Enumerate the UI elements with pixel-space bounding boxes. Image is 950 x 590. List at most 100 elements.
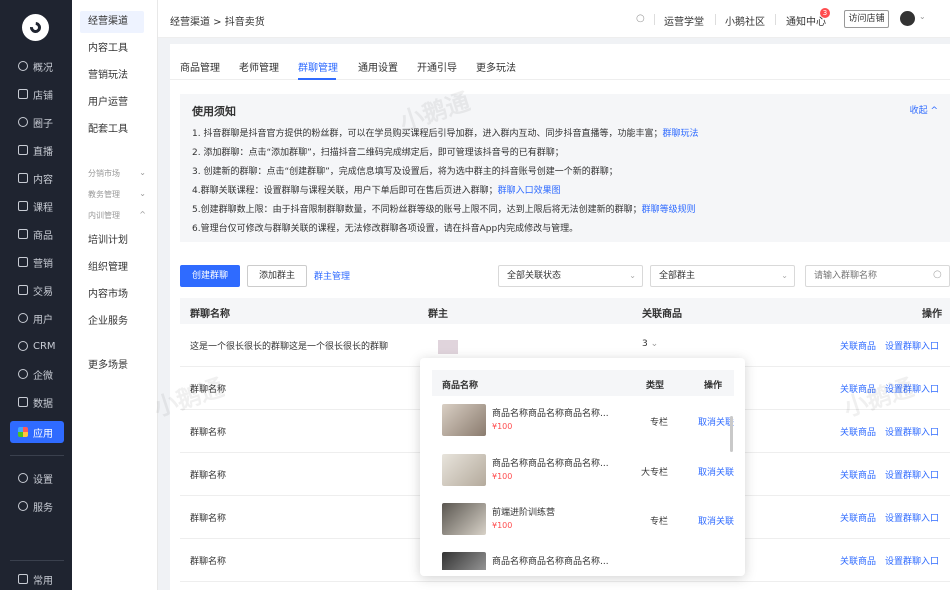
linked-count[interactable]: 3 ⌄ [642, 339, 658, 349]
popover-item: 前端进阶训练营 ¥100 专栏 取消关联 [432, 499, 734, 545]
unlink-button[interactable]: 取消关联 [698, 465, 734, 478]
rail-item-frequent[interactable]: 常用 [10, 568, 64, 590]
owner-select[interactable]: 全部群主 ⌄ [650, 265, 795, 287]
add-owner-button[interactable]: 添加群主 [247, 265, 307, 287]
rail-item-course[interactable]: 课程 [10, 195, 64, 217]
popover-header: 商品名称 类型 操作 [432, 370, 734, 396]
user-icon [18, 313, 28, 323]
submenu-group-distribution[interactable]: 分销市场 ⌄ [88, 168, 146, 179]
tab-indicator [298, 78, 336, 80]
owner-management-link[interactable]: 群主管理 [314, 269, 350, 282]
store-icon [18, 89, 28, 99]
submenu-item-channel[interactable]: 经营渠道 [80, 11, 144, 33]
tab-more[interactable]: 更多玩法 [476, 59, 516, 74]
overview-icon [18, 61, 28, 71]
rail-item-goods[interactable]: 商品 [10, 223, 64, 245]
goods-thumbnail [442, 404, 486, 436]
submenu-item-plan[interactable]: 培训计划 [80, 230, 144, 252]
tab-teachers[interactable]: 老师管理 [239, 59, 279, 74]
chevron-down-icon: ⌄ [781, 271, 788, 280]
tab-goods[interactable]: 商品管理 [180, 59, 220, 74]
notice-panel: 使用须知 收起 ^ 1. 抖音群聊是抖音官方提供的粉丝群，可以在学员购买课程后引… [180, 94, 950, 242]
link-goods-button[interactable]: 关联商品 [840, 382, 876, 395]
rail-item-marketing[interactable]: 营销 [10, 251, 64, 273]
search-icon[interactable]: ○ [636, 13, 645, 24]
submenu-item-enterprise[interactable]: 企业服务 [80, 311, 144, 333]
group-name: 群聊名称 [190, 514, 227, 524]
submenu-item-more[interactable]: 更多场景 [80, 355, 144, 377]
submenu-item-content-tools[interactable]: 内容工具 [80, 38, 144, 60]
tab-group-chat[interactable]: 群聊管理 [298, 59, 338, 74]
apps-icon [18, 427, 28, 437]
chevron-down-icon[interactable]: ⌄ [919, 12, 926, 21]
set-entry-button[interactable]: 设置群聊入口 [885, 339, 939, 352]
submenu-item-marketing[interactable]: 营销玩法 [80, 65, 144, 87]
set-entry-button[interactable]: 设置群聊入口 [885, 554, 939, 567]
rail-item-content[interactable]: 内容 [10, 167, 64, 189]
rail-item-user[interactable]: 用户 [10, 307, 64, 329]
notice-link[interactable]: 群聊入口效果图 [498, 186, 561, 196]
submenu-group-training[interactable]: 内训管理 ^ [88, 210, 146, 221]
popover-scrollbar[interactable] [730, 416, 733, 452]
marketing-icon [18, 257, 28, 267]
goods-thumbnail [442, 552, 486, 570]
submenu-group-academic[interactable]: 教务管理 ⌄ [88, 189, 146, 200]
create-group-button[interactable]: 创建群聊 [180, 265, 240, 287]
rail-item-service[interactable]: 服务 [10, 495, 64, 517]
divider [654, 14, 655, 25]
popover-item: 商品名称商品名称商品名称... ¥100 专栏 取消关联 [432, 400, 734, 446]
popover-header-type: 类型 [646, 381, 665, 391]
collapse-button[interactable]: 收起 ^ [910, 103, 938, 116]
link-goods-button[interactable]: 关联商品 [840, 554, 876, 567]
set-entry-button[interactable]: 设置群聊入口 [885, 425, 939, 438]
notice-link[interactable]: 群聊等级规则 [642, 205, 696, 215]
rail-item-circle[interactable]: 圈子 [10, 111, 64, 133]
header-linked-goods: 关联商品 [642, 309, 682, 320]
tab-general-settings[interactable]: 通用设置 [358, 59, 398, 74]
unlink-button[interactable]: 取消关联 [698, 415, 734, 428]
course-icon [18, 201, 28, 211]
goods-name: 商品名称商品名称商品名称... [492, 557, 609, 567]
unlink-button[interactable]: 取消关联 [698, 514, 734, 527]
rail-item-crm[interactable]: CRM [10, 335, 64, 357]
crm-icon [18, 341, 28, 351]
search-icon[interactable]: ○ [933, 269, 942, 280]
submenu-item-market[interactable]: 内容市场 [80, 284, 144, 306]
rail-item-trade[interactable]: 交易 [10, 279, 64, 301]
app-logo[interactable] [22, 14, 49, 41]
avatar[interactable] [900, 11, 915, 26]
submenu-item-org[interactable]: 组织管理 [80, 257, 144, 279]
set-entry-button[interactable]: 设置群聊入口 [885, 382, 939, 395]
header-actions: 操作 [922, 309, 942, 320]
submenu-item-user-ops[interactable]: 用户运营 [80, 92, 144, 114]
set-entry-button[interactable]: 设置群聊入口 [885, 511, 939, 524]
community-link[interactable]: 小鹅社区 [725, 13, 765, 28]
frequent-icon [18, 574, 28, 584]
link-goods-button[interactable]: 关联商品 [840, 468, 876, 481]
rail-item-settings[interactable]: 设置 [10, 467, 64, 489]
status-select[interactable]: 全部关联状态 ⌄ [498, 265, 643, 287]
rail-item-live[interactable]: 直播 [10, 139, 64, 161]
goods-thumbnail [442, 454, 486, 486]
tab-onboarding[interactable]: 开通引导 [417, 59, 457, 74]
group-search-input[interactable] [805, 265, 950, 287]
rail-divider-bottom [10, 560, 64, 561]
rail-item-apps[interactable]: 应用 [10, 421, 64, 443]
visit-store-button[interactable]: 访问店铺 [844, 10, 889, 28]
link-goods-button[interactable]: 关联商品 [840, 425, 876, 438]
goods-name: 商品名称商品名称商品名称... [492, 459, 609, 469]
link-goods-button[interactable]: 关联商品 [840, 511, 876, 524]
link-goods-button[interactable]: 关联商品 [840, 339, 876, 352]
notice-link[interactable]: 群聊玩法 [662, 129, 698, 139]
goods-type: 专栏 [650, 418, 669, 428]
divider [775, 14, 776, 25]
goods-price: ¥100 [492, 422, 513, 431]
rail-item-data[interactable]: 数据 [10, 391, 64, 413]
rail-item-overview[interactable]: 概况 [10, 55, 64, 77]
rail-item-wecom[interactable]: 企微 [10, 363, 64, 385]
set-entry-button[interactable]: 设置群聊入口 [885, 468, 939, 481]
rail-item-store[interactable]: 店铺 [10, 83, 64, 105]
submenu-item-tools[interactable]: 配套工具 [80, 119, 144, 141]
academy-link[interactable]: 运营学堂 [664, 13, 704, 28]
wecom-icon [18, 369, 28, 379]
